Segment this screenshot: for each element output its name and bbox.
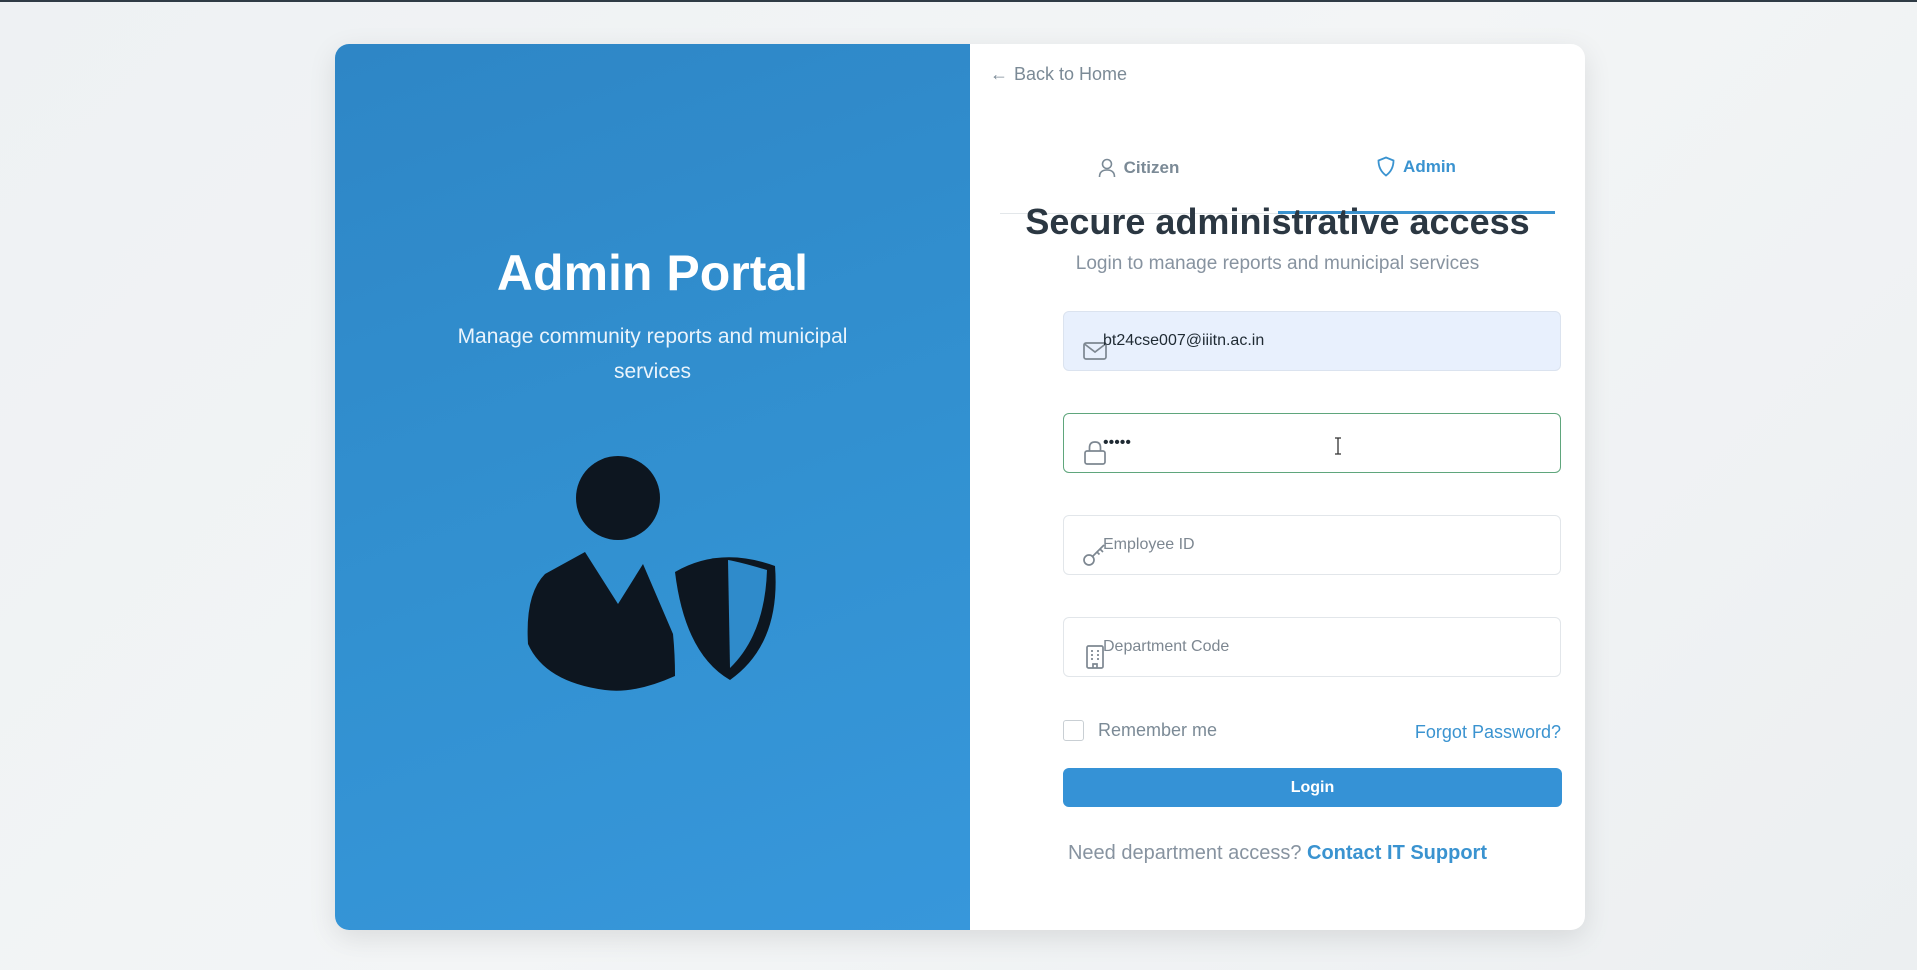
contact-it-support-link[interactable]: Contact IT Support: [1307, 842, 1487, 864]
tab-citizen[interactable]: Citizen: [1000, 122, 1277, 213]
footer-text: Need department access?: [1067, 842, 1302, 864]
tab-citizen-label: Citizen: [1123, 157, 1180, 177]
remember-me[interactable]: Remember me: [1063, 720, 1217, 741]
remember-me-checkbox[interactable]: [1063, 720, 1084, 741]
admin-shield-user-icon: [527, 456, 776, 691]
employee-id-field[interactable]: [1103, 516, 1543, 574]
back-to-home-link[interactable]: ← Back to Home: [990, 64, 1127, 85]
portal-subtitle: Manage community reports and municipal s…: [457, 325, 848, 383]
right-panel: ← Back to Home Citizen Admin Secure admi…: [970, 44, 1585, 930]
back-to-home-label: Back to Home: [1014, 64, 1128, 84]
remember-me-label: Remember me: [1098, 720, 1218, 740]
email-field[interactable]: [1103, 312, 1543, 370]
top-border: [0, 0, 1917, 2]
arrow-left-icon: ←: [990, 64, 1008, 84]
login-card: Admin Portal Manage community reports an…: [335, 44, 1585, 930]
password-field[interactable]: [1103, 414, 1543, 472]
left-panel: Admin Portal Manage community reports an…: [335, 44, 970, 930]
shield-icon: [1377, 156, 1395, 177]
login-button[interactable]: Login: [1063, 768, 1562, 807]
user-icon: [1098, 158, 1115, 177]
page-title: Secure administrative access: [1025, 201, 1530, 242]
department-code-field-wrapper: [1063, 617, 1561, 677]
forgot-password-link[interactable]: Forgot Password?: [1415, 722, 1561, 743]
department-code-field[interactable]: [1103, 618, 1543, 676]
password-field-wrapper: [1063, 413, 1561, 473]
email-field-wrapper: [1063, 311, 1561, 371]
footer: Need department access? Contact IT Suppo…: [970, 842, 1585, 865]
tab-admin-label: Admin: [1403, 156, 1456, 176]
employee-id-field-wrapper: [1063, 515, 1561, 575]
page-subtitle: Login to manage reports and municipal se…: [1075, 253, 1480, 274]
text-cursor-icon: [1335, 437, 1341, 455]
portal-title: Admin Portal: [496, 245, 809, 301]
